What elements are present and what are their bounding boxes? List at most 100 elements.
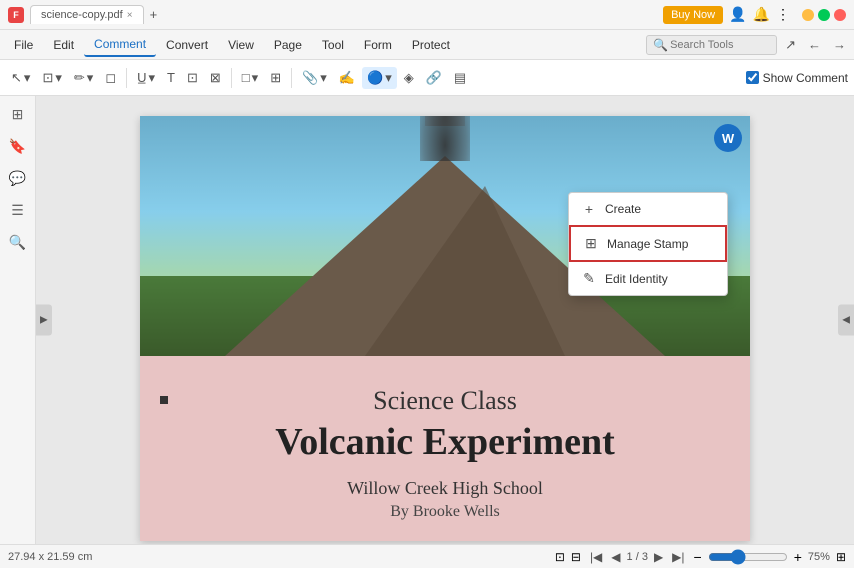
fit-options-button[interactable]: ⊞ [836,550,846,564]
tab-label: science-copy.pdf [41,9,123,21]
attach-button[interactable]: 📎 ▾ [297,67,332,89]
main-area: ⊞ 🔖 💬 ☰ 🔍 ▶ W [0,96,854,544]
search-icon: 🔍 [653,38,668,52]
underline-dropdown-button[interactable]: U̲ ▾ [132,67,160,89]
pdf-area: W Science Class Volcanic Experiment Will… [36,96,854,544]
sidebar-item-layers[interactable]: ☰ [4,196,32,224]
shape-dropdown-button[interactable]: □ ▾ [237,67,263,89]
sidebar-item-search[interactable]: 🔍 [4,228,32,256]
show-comment-text: Show Comment [763,71,848,85]
comments-panel-button[interactable]: ▤ [449,67,471,89]
menu-dots-icon[interactable]: ⋮ [776,6,790,23]
attach-dropdown-arrow: ▾ [320,70,327,86]
dropdown-item-create[interactable]: + Create [569,193,727,225]
signature-button[interactable]: ✍ [334,67,360,89]
shape-dropdown-arrow: ▾ [252,70,259,86]
pdf-page: W Science Class Volcanic Experiment Will… [140,116,750,541]
next-page-button[interactable]: ▶ [651,549,666,565]
menu-item-convert[interactable]: Convert [156,34,218,56]
title-bar-left: F science-copy.pdf × + [8,5,663,24]
search-input[interactable] [670,39,770,51]
menu-item-view[interactable]: View [218,34,264,56]
minimize-button[interactable] [802,9,814,21]
notification-icon: 🔔 [753,6,770,23]
title-bar-right: Buy Now 👤 🔔 ⋮ [663,6,846,24]
right-panel-collapse-button[interactable]: ◀ [838,305,854,336]
sidebar-item-bookmarks[interactable]: 🔖 [4,132,32,160]
highlight-dropdown-arrow: ▾ [87,70,94,86]
sidebar-item-comments[interactable]: 💬 [4,164,32,192]
callout-button[interactable]: ⊠ [205,67,226,89]
menu-item-protect[interactable]: Protect [402,34,460,56]
first-page-button[interactable]: |◀ [587,549,605,565]
volcano-smoke-2 [425,116,465,126]
active-tab[interactable]: science-copy.pdf × [30,5,144,24]
menu-item-file[interactable]: File [4,34,43,56]
measure-icon: ⊞ [270,70,281,86]
zoom-slider[interactable] [708,549,788,565]
app-icon: F [8,7,24,23]
separator-3 [291,68,292,88]
sidebar-item-thumbnails[interactable]: ⊞ [4,100,32,128]
menu-item-comment[interactable]: Comment [84,33,156,57]
shape-icon: □ [242,70,250,85]
search-bar[interactable]: 🔍 [646,35,777,55]
signature-icon: ✍ [339,70,355,86]
add-tab-button[interactable]: + [146,5,162,24]
prev-page-button[interactable]: ◀ [608,549,623,565]
close-window-button[interactable] [834,9,846,21]
zoom-in-button[interactable]: + [794,549,802,565]
stamp-menu-arrow: ▾ [385,70,392,86]
toolbar-right: Show Comment [746,71,848,85]
menu-item-edit[interactable]: Edit [43,34,84,56]
zoom-out-button[interactable]: − [694,549,702,565]
show-comment-label[interactable]: Show Comment [746,71,848,85]
status-bar: 27.94 x 21.59 cm ⊡ ⊟ |◀ ◀ 1 / 3 ▶ ▶| − +… [0,544,854,568]
pdf-title: Volcanic Experiment [160,420,730,464]
menu-item-page[interactable]: Page [264,34,312,56]
stamp-icon: ⊡ [42,70,53,86]
decoration-dot [160,396,168,404]
select-tool-button[interactable]: ↖ ▾ [6,67,35,89]
highlight-dropdown-button[interactable]: ✏ ▾ [69,67,98,89]
create-icon: + [581,201,597,217]
page-dimensions: 27.94 x 21.59 cm [8,551,92,563]
user-icon: 👤 [729,6,746,23]
forward-icon[interactable]: → [829,35,850,54]
volcano-shadow [365,186,565,356]
fit-page-icon[interactable]: ⊡ [555,550,565,564]
stamp-menu-button[interactable]: 🔵 ▾ [362,67,397,89]
area-highlight-button[interactable]: ◈ [399,67,419,89]
pdf-author: By Brooke Wells [160,503,730,521]
comments-panel-icon: ▤ [454,70,466,86]
textbox-button[interactable]: ⊡ [182,67,203,89]
separator-1 [126,68,127,88]
dropdown-item-edit-identity[interactable]: ✎ Edit Identity [569,262,727,295]
measure-button[interactable]: ⊞ [265,67,286,89]
attach-icon: 📎 [302,70,318,86]
buy-now-button[interactable]: Buy Now [663,6,723,24]
share-icon[interactable]: ↗ [781,35,800,55]
back-icon[interactable]: ← [804,35,825,54]
fit-width-icon[interactable]: ⊟ [571,550,581,564]
last-page-button[interactable]: ▶| [669,549,687,565]
toolbar: ↖ ▾ ⊡ ▾ ✏ ▾ ◻ U̲ ▾ T ⊡ ⊠ □ ▾ ⊞ 📎 ▾ ✍ 🔵 ▾ [0,60,854,96]
text-button[interactable]: T [162,67,180,88]
maximize-button[interactable] [818,9,830,21]
edit-identity-icon: ✎ [581,270,597,287]
menu-item-form[interactable]: Form [354,34,402,56]
stamp-menu-icon: 🔵 [367,70,383,86]
window-controls [802,9,846,21]
erase-button[interactable]: ◻ [100,67,121,89]
link-button[interactable]: 🔗 [421,67,447,89]
tab-bar: science-copy.pdf × + [30,5,161,24]
stamp-dropdown-button[interactable]: ⊡ ▾ [37,67,66,89]
stamp-dropdown-menu: + Create ⊞ Manage Stamp ✎ Edit Identity [568,192,728,296]
show-comment-checkbox[interactable] [746,71,759,84]
menu-item-tool[interactable]: Tool [312,34,354,56]
dropdown-item-manage-stamp[interactable]: ⊞ Manage Stamp [569,225,727,262]
close-tab-button[interactable]: × [127,10,133,21]
menu-bar: File Edit Comment Convert View Page Tool… [0,30,854,60]
edit-identity-label: Edit Identity [605,272,668,286]
area-highlight-icon: ◈ [404,70,414,86]
